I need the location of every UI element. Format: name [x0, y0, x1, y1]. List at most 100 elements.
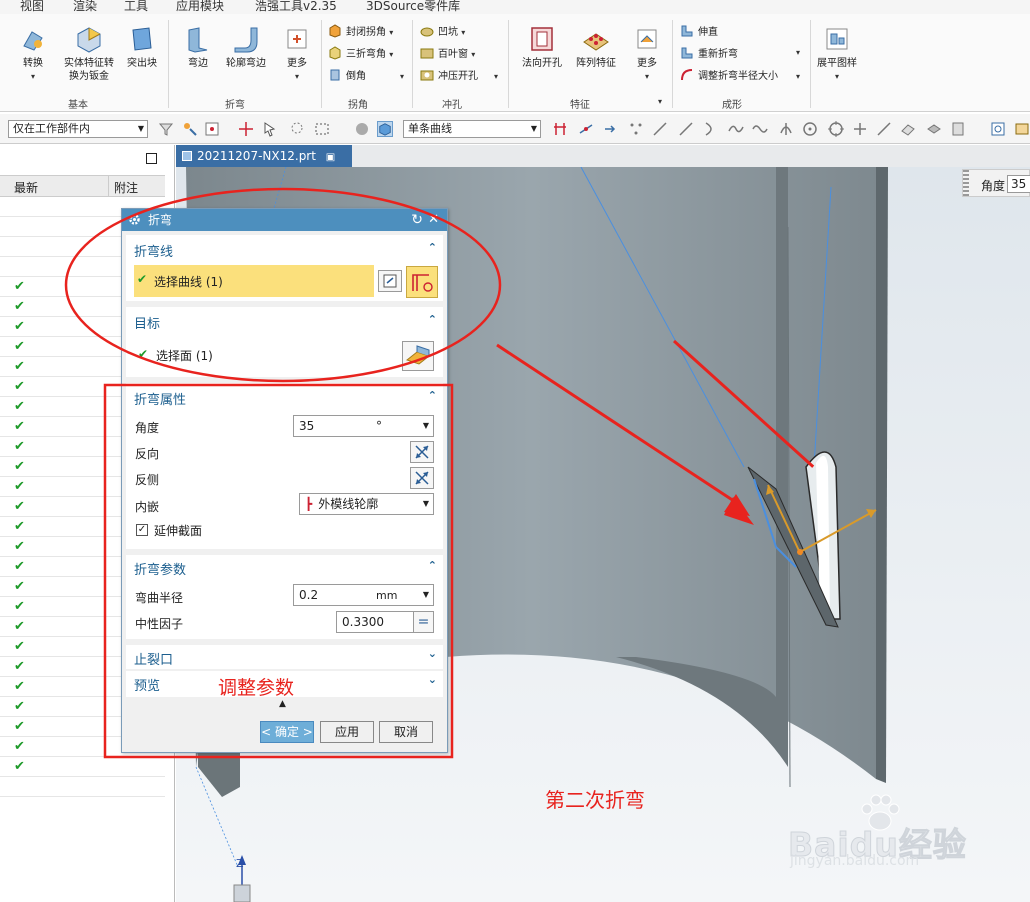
- line-2-icon[interactable]: [678, 121, 694, 137]
- tab-pin-icon[interactable]: ▣: [326, 152, 335, 163]
- drag-handle[interactable]: [963, 170, 969, 198]
- solid-to-sheet-button[interactable]: 实体特征转 换为钣金: [60, 24, 118, 83]
- intersection-icon[interactable]: [778, 121, 794, 137]
- rebend-button[interactable]: 重新折弯: [680, 46, 738, 64]
- dimple-button[interactable]: 凹坑 ▾: [420, 24, 465, 42]
- collapse-icon[interactable]: ⌃: [428, 241, 437, 254]
- angle-input[interactable]: 35 ° ▼: [293, 415, 434, 437]
- parallel-curves-icon[interactable]: [552, 121, 568, 137]
- flat-pattern-button[interactable]: 展平图样 ▾: [814, 24, 860, 83]
- bend-properties-header[interactable]: 折弯属性: [134, 389, 186, 408]
- punch-hole-button[interactable]: 冲压开孔: [420, 68, 478, 86]
- reset-icon[interactable]: ↻: [411, 209, 423, 231]
- scope-filter-select[interactable]: 仅在工作部件内 ▼: [8, 120, 148, 138]
- relief-header[interactable]: 止裂口: [134, 649, 173, 668]
- tab-block-button[interactable]: 突出块: [122, 24, 162, 70]
- normal-cutout-button[interactable]: 法向开孔: [518, 24, 566, 70]
- bend-parameters-header[interactable]: 折弯参数: [134, 559, 186, 578]
- flange-button[interactable]: 弯边: [180, 24, 216, 70]
- crosshair-icon[interactable]: [238, 121, 254, 137]
- pattern-feature-button[interactable]: 阵列特征: [572, 24, 620, 70]
- punch-dropdown-arrow[interactable]: ▾: [494, 72, 498, 81]
- filter-icon[interactable]: [158, 121, 174, 137]
- feature-dropdown-arrow[interactable]: ▾: [658, 97, 662, 106]
- extend-section-checkbox[interactable]: ✓: [136, 524, 148, 536]
- closed-corner-button[interactable]: 封闭拐角 ▾: [328, 24, 393, 42]
- three-bend-corner-button[interactable]: 三折弯角 ▾: [328, 46, 393, 64]
- spline-icon[interactable]: [728, 121, 744, 137]
- select-type-icon[interactable]: [182, 121, 198, 137]
- unbend-button[interactable]: 伸直: [680, 24, 718, 42]
- face-select-icon[interactable]: [900, 121, 916, 137]
- plus-icon[interactable]: [852, 121, 868, 137]
- menu-haoqiang-tools[interactable]: 浩强工具v2.35: [255, 0, 337, 14]
- collapse-icon[interactable]: ⌃: [428, 559, 437, 572]
- dialog-title-bar[interactable]: 折弯 ↻ ✕: [122, 209, 447, 231]
- collapse-icon[interactable]: ⌃: [428, 313, 437, 326]
- solid-cube-icon[interactable]: [377, 121, 393, 137]
- ok-button[interactable]: < 确定 >: [260, 721, 314, 743]
- bend-line-header[interactable]: 折弯线: [134, 241, 173, 260]
- menu-view[interactable]: 视图: [20, 0, 44, 14]
- navigator-row[interactable]: ✔: [0, 757, 165, 777]
- select-curve-row[interactable]: ✔ 选择曲线 (1): [134, 265, 374, 297]
- curve-select-button[interactable]: [406, 266, 438, 298]
- arc-icon[interactable]: [702, 121, 718, 137]
- file-tab[interactable]: 20211207-NX12.prt ▣ ✕: [176, 145, 352, 187]
- snap-point-icon[interactable]: [204, 121, 220, 137]
- adjust-bend-radius-button[interactable]: 调整折弯半径大小: [680, 68, 778, 86]
- corner-dropdown-arrow[interactable]: ▾: [400, 72, 404, 81]
- convert-button[interactable]: 转换 ▾: [14, 24, 52, 83]
- form-dropdown-arrow[interactable]: ▾: [796, 48, 800, 57]
- menu-3dsource[interactable]: 3DSource零件库: [366, 0, 460, 14]
- sketch-section-button[interactable]: [378, 270, 402, 292]
- sheet-body-icon[interactable]: [926, 121, 942, 137]
- column-note[interactable]: 附注: [114, 179, 138, 196]
- formula-button[interactable]: =: [413, 611, 434, 633]
- rectangle-select-icon[interactable]: [314, 121, 330, 137]
- pointer-icon[interactable]: [262, 121, 278, 137]
- expand-icon[interactable]: ⌄: [428, 673, 437, 686]
- bend-radius-input[interactable]: 0.2 mm ▼: [293, 584, 434, 606]
- lasso-select-icon[interactable]: [290, 121, 306, 137]
- menu-applications[interactable]: 应用模块: [176, 0, 224, 14]
- apply-button[interactable]: 应用: [320, 721, 374, 743]
- inset-select[interactable]: ┣ 外模线轮廓 ▼: [299, 493, 434, 515]
- wave-icon[interactable]: [752, 121, 768, 137]
- chamfer-button[interactable]: 倒角: [328, 68, 366, 86]
- sphere-icon[interactable]: [354, 121, 370, 137]
- arrow-right-icon[interactable]: [602, 121, 618, 137]
- neutral-factor-input[interactable]: 0.3300: [336, 611, 414, 633]
- circle-center-icon[interactable]: [802, 121, 818, 137]
- preview-header[interactable]: 预览: [134, 675, 160, 694]
- feature-more-button[interactable]: 更多 ▾: [628, 24, 666, 83]
- close-icon[interactable]: ✕: [428, 209, 439, 231]
- view-photo-icon[interactable]: [1014, 121, 1030, 137]
- maximize-icon[interactable]: [146, 153, 157, 164]
- points-icon[interactable]: [628, 121, 644, 137]
- reverse-side-button[interactable]: [410, 467, 434, 489]
- diagonal-line-icon[interactable]: [876, 121, 892, 137]
- expand-icon[interactable]: ⌄: [428, 647, 437, 660]
- collapse-icon[interactable]: ⌃: [428, 389, 437, 402]
- column-latest[interactable]: 最新: [14, 179, 38, 196]
- face-select-button[interactable]: [402, 341, 434, 371]
- reverse-direction-button[interactable]: [410, 441, 434, 463]
- view-fit-icon[interactable]: [990, 121, 1006, 137]
- navigator-row[interactable]: [0, 777, 165, 797]
- line-icon[interactable]: [652, 121, 668, 137]
- angle-screen-input[interactable]: 35: [1007, 175, 1030, 193]
- quadrant-icon[interactable]: [828, 121, 844, 137]
- tangent-icon[interactable]: [578, 121, 594, 137]
- select-face-label[interactable]: 选择面 (1): [156, 347, 213, 364]
- louver-button[interactable]: 百叶窗 ▾: [420, 46, 475, 64]
- more-options-icon[interactable]: ▲: [279, 699, 286, 709]
- menu-tools[interactable]: 工具: [124, 0, 148, 14]
- book-icon[interactable]: [950, 121, 966, 137]
- contour-flange-button[interactable]: 轮廓弯边: [220, 24, 272, 70]
- cancel-button[interactable]: 取消: [379, 721, 433, 743]
- form-dropdown-arrow-2[interactable]: ▾: [796, 72, 800, 81]
- menu-render[interactable]: 渲染: [73, 0, 97, 14]
- curve-rule-select[interactable]: 单条曲线 ▼: [403, 120, 541, 138]
- target-header[interactable]: 目标: [134, 313, 160, 332]
